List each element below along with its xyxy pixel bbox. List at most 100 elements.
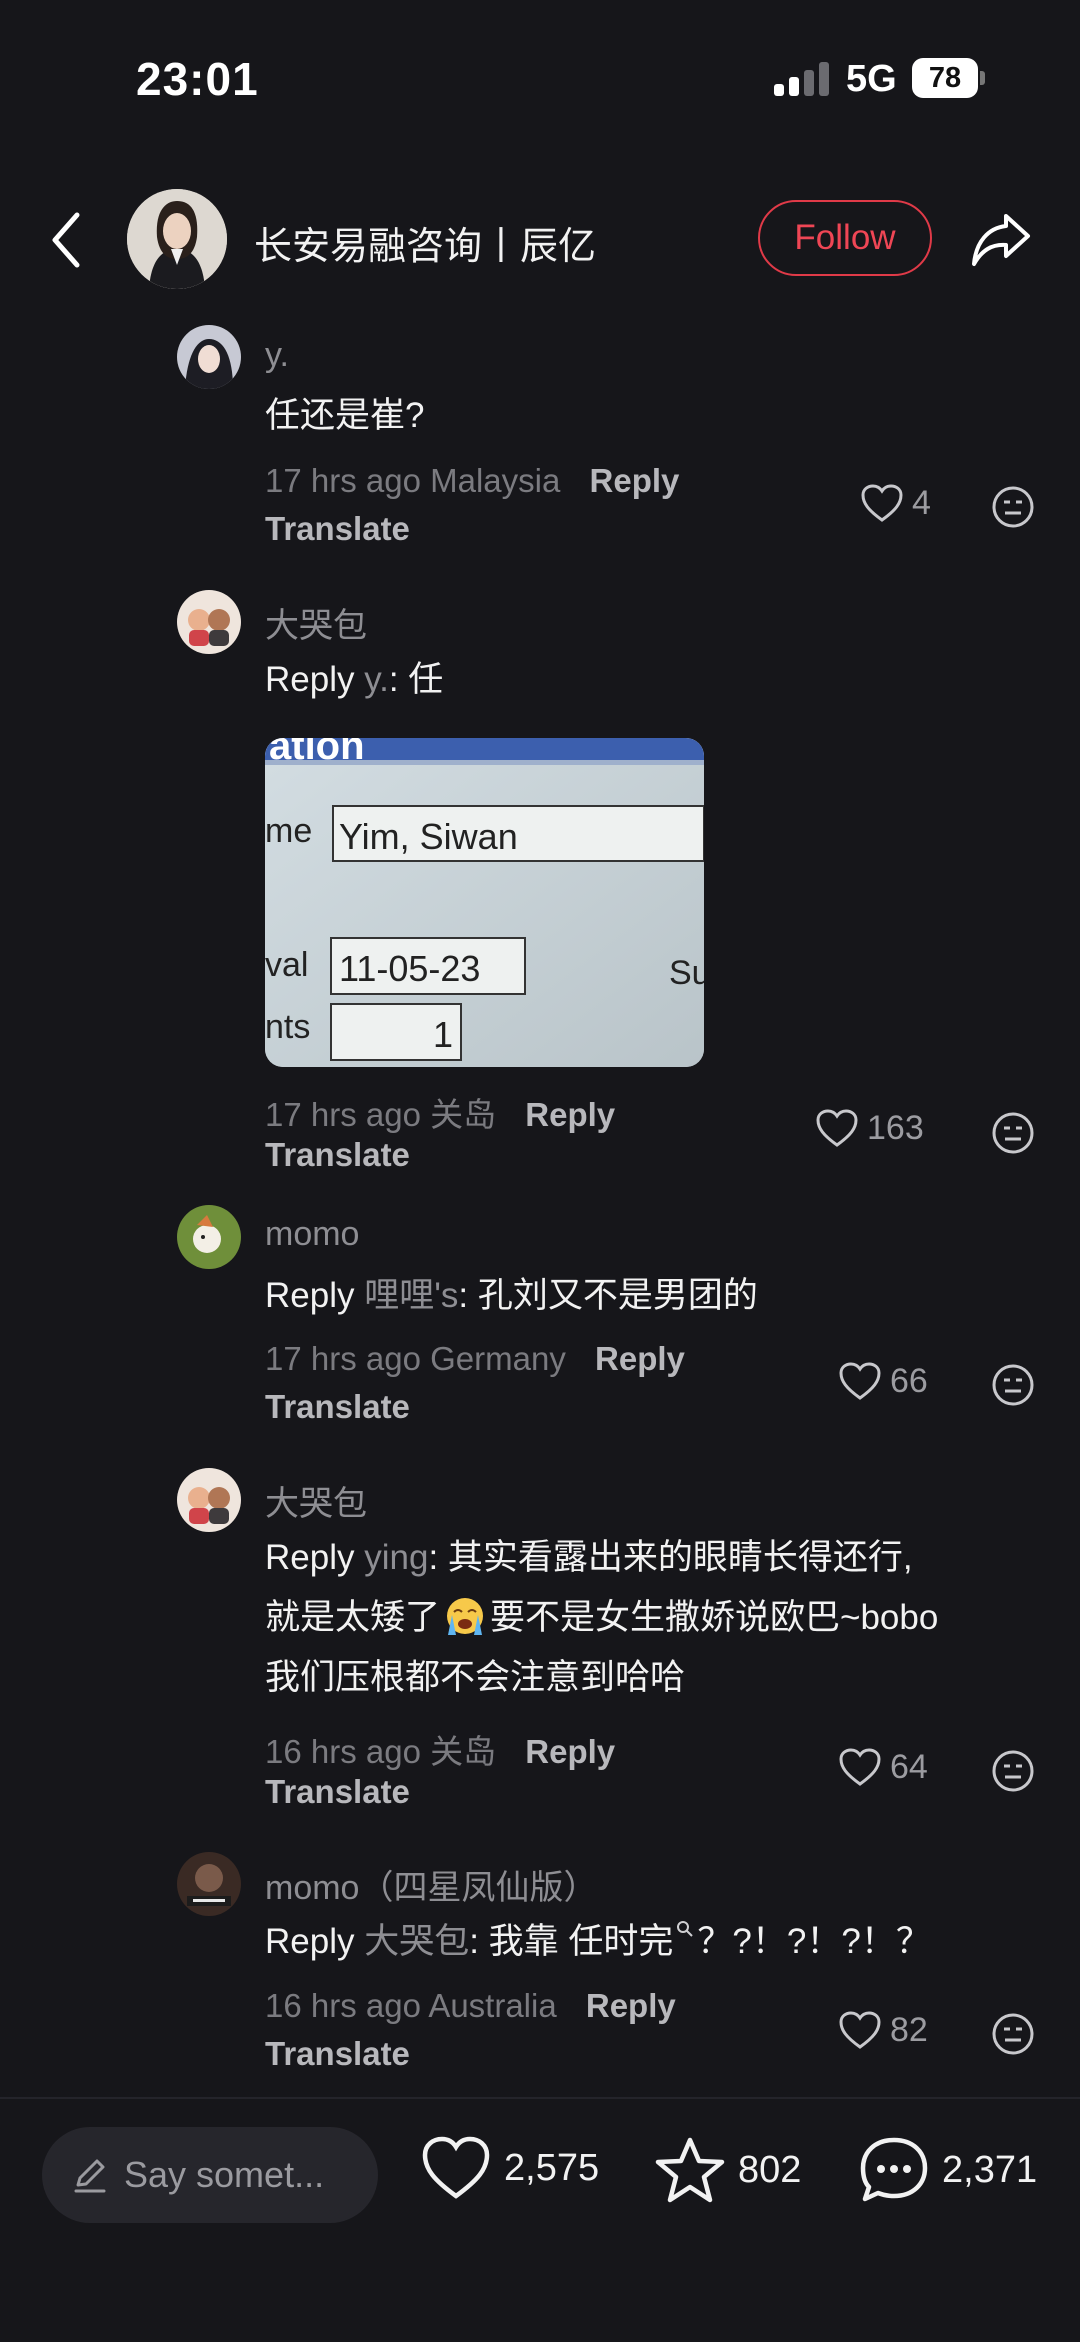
reply-target[interactable]: y. [364, 660, 389, 699]
image-count-label: nts [265, 1008, 311, 1046]
heart-icon [839, 1748, 881, 1786]
comment-avatar[interactable] [177, 590, 241, 654]
comment-username[interactable]: 大哭包 [265, 1476, 367, 1525]
comment-like-button[interactable]: 163 [815, 1108, 924, 1148]
image-heading: ation [269, 738, 365, 768]
comment-time: 16 hrs ago [265, 1733, 421, 1770]
comment-location: 关岛 [430, 1733, 497, 1770]
comment-location: Australia [428, 1987, 557, 2024]
comment-avatar[interactable] [177, 325, 241, 389]
image-side-label: Su [669, 954, 704, 992]
comment-like-count: 4 [912, 483, 931, 522]
pencil-icon [74, 2159, 106, 2193]
reply-target[interactable]: 哩哩's [364, 1276, 458, 1315]
post-like-count: 2,575 [504, 2146, 600, 2189]
comment-time: 17 hrs ago [265, 462, 421, 499]
translate-link[interactable]: Translate [265, 510, 410, 548]
author-name[interactable]: 长安易融咨询丨辰亿 [254, 215, 596, 270]
post-favorite-count: 802 [738, 2148, 802, 2191]
signal-icon [774, 62, 829, 96]
reply-link[interactable]: Reply [590, 462, 680, 499]
comment-text: Reply ying: 其实看露出来的眼睛长得还行, 就是太矮了 要不是女生撒娇说… [265, 1538, 939, 1697]
reply-link[interactable]: Reply [525, 1733, 615, 1770]
comment-time: 17 hrs ago [265, 1096, 421, 1133]
comment-location: 关岛 [430, 1096, 497, 1133]
image-name-value: Yim, Siwan [339, 816, 518, 857]
neutral-face-icon[interactable] [990, 2011, 1036, 2057]
neutral-face-icon[interactable] [990, 1110, 1036, 1156]
comment-meta: 17 hrs ago Germany Reply [265, 1340, 685, 1378]
comment-like-count: 66 [890, 1361, 928, 1400]
search-icon [677, 1921, 694, 1937]
comment-time: 17 hrs ago [265, 1340, 421, 1377]
bottom-action-bar: Say somet... 2,575 802 2,371 [0, 2097, 1080, 2342]
share-icon [972, 214, 1030, 266]
post-favorite-button[interactable]: 802 [654, 2135, 801, 2205]
post-like-button[interactable]: 2,575 [420, 2135, 599, 2201]
comment-like-button[interactable]: 4 [860, 483, 931, 523]
comment-input-placeholder: Say somet... [124, 2154, 325, 2195]
back-arrow-icon [52, 212, 80, 268]
heart-icon [839, 2011, 881, 2049]
star-icon [655, 2137, 725, 2203]
neutral-face-icon[interactable] [990, 484, 1036, 530]
comment-time: 16 hrs ago [265, 1987, 421, 2024]
translate-link[interactable]: Translate [265, 1388, 410, 1426]
comment-meta: 17 hrs ago 关岛 Reply [265, 1088, 615, 1136]
translate-link[interactable]: Translate [265, 1136, 410, 1174]
image-arrival-value: 11-05-23 [339, 948, 481, 989]
comment-like-count: 64 [890, 1747, 928, 1786]
post-comment-button[interactable]: 2,371 [858, 2135, 1037, 2205]
heart-icon [861, 484, 903, 522]
comment-like-button[interactable]: 82 [838, 2010, 928, 2050]
chat-bubble-icon [860, 2137, 928, 2202]
translate-link[interactable]: Translate [265, 2035, 410, 2073]
share-button[interactable] [966, 205, 1036, 275]
reply-target[interactable]: 大哭包 [364, 1922, 469, 1961]
crying-emoji-icon [447, 1598, 484, 1635]
reply-link[interactable]: Reply [586, 1987, 676, 2024]
comment-meta: 16 hrs ago 关岛 Reply [265, 1725, 615, 1773]
post-comment-count: 2,371 [942, 2148, 1038, 2191]
author-avatar[interactable] [127, 189, 227, 289]
comment-avatar[interactable] [177, 1468, 241, 1532]
reply-link[interactable]: Reply [525, 1096, 615, 1133]
comment-username[interactable]: momo（四星凤仙版） [265, 1860, 597, 1909]
comment-username[interactable]: y. [265, 336, 289, 375]
comment-meta: 17 hrs ago Malaysia Reply [265, 462, 679, 500]
image-count-value: 1 [433, 1014, 454, 1055]
status-time: 23:01 [136, 53, 259, 105]
image-arrival-label: val [265, 946, 309, 984]
post-header: 长安易融咨询丨辰亿 Follow [0, 175, 1080, 305]
comment-username[interactable]: momo [265, 1215, 359, 1254]
network-type: 5G [846, 58, 897, 100]
comment-like-count: 82 [890, 2010, 928, 2049]
comment-text: 任还是崔? [265, 396, 425, 435]
comment-username[interactable]: 大哭包 [265, 598, 367, 647]
neutral-face-icon[interactable] [990, 1748, 1036, 1794]
reply-target[interactable]: ying [364, 1538, 428, 1577]
comment-like-button[interactable]: 64 [838, 1747, 928, 1787]
image-name-label: me [265, 812, 313, 850]
neutral-face-icon[interactable] [990, 1362, 1036, 1408]
comment-image[interactable]: ation me Yim, Siwan val 11-05-23 Su nts … [265, 738, 704, 1067]
battery-level: 78 [928, 62, 962, 94]
comment-like-button[interactable]: 66 [838, 1361, 928, 1401]
battery-icon: 78 [912, 58, 985, 98]
back-button[interactable] [40, 205, 92, 275]
comment-avatar[interactable] [177, 1852, 241, 1916]
comment-input[interactable]: Say somet... [42, 2127, 378, 2223]
reply-link[interactable]: Reply [595, 1340, 685, 1377]
status-bar: 23:01 5G 78 [0, 0, 1080, 150]
heart-icon [816, 1109, 858, 1147]
comment-text: Reply 哩哩's: 孔刘又不是男团的 [265, 1276, 758, 1315]
comment-text: Reply y.: 任 [265, 660, 444, 699]
follow-button[interactable]: Follow [758, 200, 932, 276]
comment-location: Malaysia [430, 462, 561, 499]
comment-avatar[interactable] [177, 1205, 241, 1269]
heart-icon [422, 2136, 490, 2199]
comment-like-count: 163 [867, 1108, 924, 1147]
comment-meta: 16 hrs ago Australia Reply [265, 1987, 676, 2025]
translate-link[interactable]: Translate [265, 1773, 410, 1811]
heart-icon [839, 1362, 881, 1400]
